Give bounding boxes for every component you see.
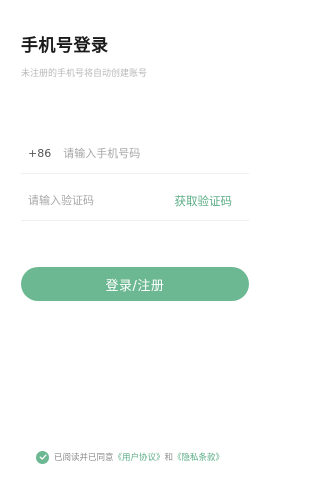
phone-input[interactable]	[63, 147, 249, 160]
check-icon	[39, 454, 47, 460]
country-code-prefix[interactable]: +86	[28, 147, 51, 160]
phone-row: +86	[21, 134, 249, 174]
verification-code-input[interactable]	[28, 194, 175, 207]
agreement-prefix-text: 已阅读并已同意	[54, 453, 114, 463]
login-page: 手机号登录 未注册的手机号将自动创建账号 +86 获取验证码 登录/注册 已阅读…	[0, 0, 270, 480]
user-agreement-link[interactable]: 《用户协议》	[114, 451, 165, 463]
page-title: 手机号登录	[21, 36, 109, 56]
agreement-row: 已阅读并已同意 《用户协议》 和 《隐私条款》	[36, 450, 224, 464]
page-subtitle: 未注册的手机号将自动创建账号	[21, 69, 148, 79]
agreement-checkbox[interactable]	[36, 450, 49, 464]
get-code-button[interactable]: 获取验证码	[175, 193, 233, 209]
login-register-button[interactable]: 登录/注册	[21, 267, 249, 301]
privacy-policy-link[interactable]: 《隐私条款》	[173, 451, 224, 463]
agreement-and-text: 和	[164, 453, 174, 463]
verification-code-row: 获取验证码	[21, 181, 249, 221]
